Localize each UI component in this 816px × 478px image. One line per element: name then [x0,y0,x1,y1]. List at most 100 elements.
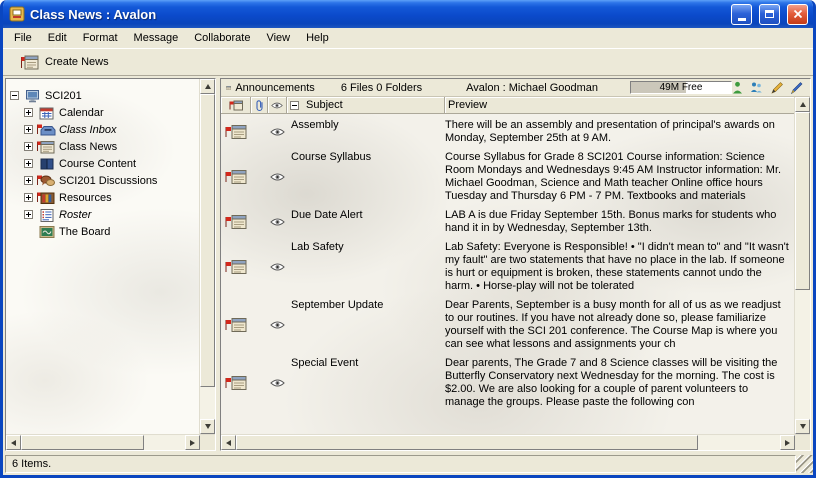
scrollbar-corner [200,434,215,450]
scroll-left-button[interactable] [6,435,21,450]
list-horizontal-scrollbar[interactable] [221,434,795,450]
menu-file[interactable]: File [6,29,40,47]
folder-tree: SCI201 Calendar [6,79,199,434]
tree-item-label: Calendar [59,107,104,119]
scroll-thumb[interactable] [795,112,810,290]
message-preview: Lab Safety: Everyone is Responsible! • "… [445,241,794,293]
close-icon [793,9,803,19]
scroll-track[interactable] [21,435,185,450]
expand-expander-icon[interactable] [24,176,33,185]
message-row[interactable]: Special Event Dear parents, The Grade 7 … [221,354,794,412]
tree-item-sci201[interactable]: SCI201 [10,87,197,104]
menu-help[interactable]: Help [298,29,337,47]
maximize-button[interactable] [759,4,780,25]
scroll-thumb[interactable] [236,435,698,450]
column-flag[interactable] [221,97,251,113]
scroll-thumb[interactable] [21,435,144,450]
tree-item-roster[interactable]: Roster [10,206,197,223]
scroll-left-button[interactable] [221,435,236,450]
message-flag-icon [224,169,248,185]
people-icon [750,81,763,94]
discussion-flag-icon [36,173,56,189]
message-preview: Dear Parents, September is a busy month … [445,299,794,351]
expand-expander-icon[interactable] [24,193,33,202]
eye-icon [270,320,285,330]
course-icon [22,88,42,104]
menu-format[interactable]: Format [75,29,126,47]
scroll-thumb[interactable] [200,94,215,387]
status-field: 6 Items. [5,455,796,473]
user-button[interactable] [732,81,743,94]
list-panel: Announcements 6 Files 0 Folders Avalon :… [220,78,811,451]
announcements-icon [226,82,231,94]
menu-collaborate[interactable]: Collaborate [186,29,258,47]
title-bar[interactable]: Class News : Avalon [3,0,813,28]
tree-item-sci201-discussions[interactable]: SCI201 Discussions [10,172,197,189]
scroll-track[interactable] [236,435,780,450]
message-row[interactable]: September Update Dear Parents, September… [221,296,794,354]
tree-horizontal-scrollbar[interactable] [6,434,200,450]
person-icon [732,81,743,94]
free-space-indicator: 49M Free [630,81,732,94]
resize-grip[interactable] [796,455,813,473]
tree-item-label: Class Inbox [59,124,116,136]
tree-item-resources[interactable]: Resources [10,189,197,206]
column-preview[interactable]: Preview [445,97,794,113]
collapse-expander-icon[interactable] [10,91,19,100]
arrow-left-icon [226,440,231,446]
message-row[interactable]: Lab Safety Lab Safety: Everyone is Respo… [221,238,794,296]
list-vertical-scrollbar[interactable] [794,97,810,434]
bookshelf-flag-icon [36,190,56,206]
eye-icon [270,378,285,388]
application-window: Class News : Avalon File Edit Format Mes… [0,0,816,478]
expand-expander-icon[interactable] [24,108,33,117]
close-button[interactable] [787,4,808,25]
expand-expander-icon[interactable] [24,142,33,151]
tree-item-course-content[interactable]: Course Content [10,155,197,172]
column-unread[interactable] [268,97,287,113]
arrow-up-icon [205,84,211,89]
menu-edit[interactable]: Edit [40,29,75,47]
expand-expander-icon[interactable] [24,210,33,219]
tree-item-calendar[interactable]: Calendar [10,104,197,121]
message-preview: Dear parents, The Grade 7 and 8 Science … [445,357,794,409]
scroll-right-button[interactable] [185,435,200,450]
eye-icon [270,217,285,227]
menu-view[interactable]: View [258,29,298,47]
status-bar: 6 Items. [3,453,813,475]
format-button[interactable] [790,81,803,94]
column-subject[interactable]: Subject [287,97,445,113]
pencil-icon [770,81,783,94]
scroll-up-button[interactable] [795,97,810,112]
menu-bar: File Edit Format Message Collaborate Vie… [3,28,813,48]
column-header-row: Subject Preview [221,97,794,114]
scroll-down-button[interactable] [795,419,810,434]
message-row[interactable]: Assembly There will be an assembly and p… [221,116,794,148]
tree-vertical-scrollbar[interactable] [199,79,215,434]
main-area: SCI201 Calendar [3,76,813,453]
edit-button[interactable] [770,81,783,94]
column-attachment[interactable] [251,97,268,113]
minimize-button[interactable] [731,4,752,25]
chat-button[interactable] [750,81,763,94]
window-title: Class News : Avalon [30,7,724,22]
scroll-down-button[interactable] [200,419,215,434]
message-row[interactable]: Due Date Alert LAB A is due Friday Septe… [221,206,794,238]
news-flag-icon [36,139,56,155]
scroll-up-button[interactable] [200,79,215,94]
expand-expander-icon[interactable] [24,125,33,134]
scroll-track[interactable] [200,94,215,419]
message-row[interactable]: Course Syllabus Course Syllabus for Grad… [221,148,794,206]
tree-item-class-inbox[interactable]: Class Inbox [10,121,197,138]
scroll-track[interactable] [795,112,810,419]
free-space-text: 49M Free [660,82,703,93]
collapse-all-icon[interactable] [290,101,299,110]
create-news-button[interactable]: Create News [15,52,114,73]
tree-item-the-board[interactable]: The Board [10,223,197,240]
message-subject: September Update [287,299,445,351]
tree-item-class-news[interactable]: Class News [10,138,197,155]
scroll-right-button[interactable] [780,435,795,450]
expand-expander-icon[interactable] [24,159,33,168]
menu-message[interactable]: Message [126,29,187,47]
file-folder-counts: 6 Files 0 Folders [341,82,422,94]
